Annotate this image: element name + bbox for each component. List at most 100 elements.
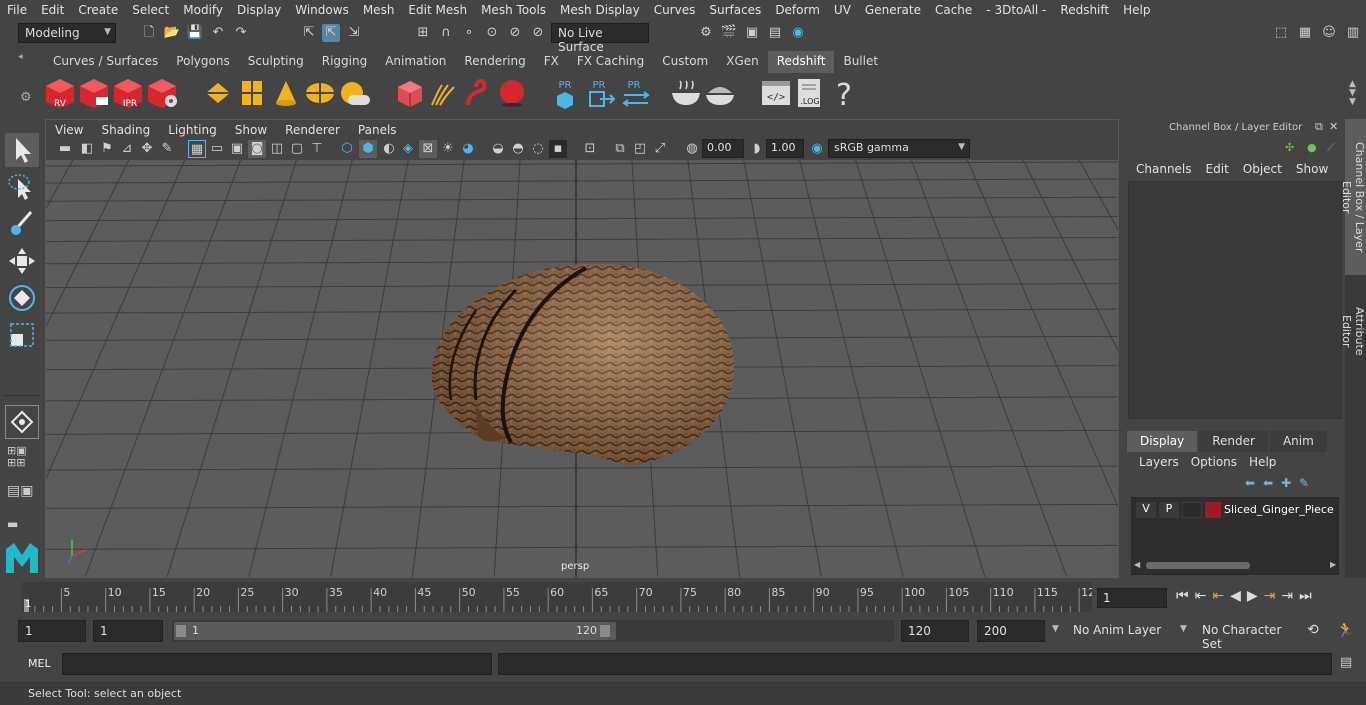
layer-name[interactable]: Sliced_Ginger_Piece bbox=[1224, 503, 1334, 516]
character-controls-icon[interactable]: ☺ bbox=[1320, 24, 1338, 42]
open-scene-icon[interactable]: 📂 bbox=[163, 24, 181, 42]
frame-selected-icon[interactable]: ◰ bbox=[631, 140, 649, 158]
scroll-left-icon[interactable]: ◀ bbox=[1134, 560, 1140, 569]
menu-redshift[interactable]: Redshift bbox=[1053, 3, 1116, 17]
color-management-icon[interactable]: ◉ bbox=[808, 140, 826, 158]
redshift-proxy-icon[interactable] bbox=[202, 77, 234, 109]
shelf-menu-icon[interactable]: ◂ bbox=[18, 52, 32, 72]
redshift-curve-icon[interactable] bbox=[462, 77, 494, 109]
anim-start-field[interactable]: 1 bbox=[18, 620, 86, 642]
menu-3dtoall[interactable]: - 3DtoAll - bbox=[979, 3, 1053, 17]
wireframe-icon[interactable]: ⬡ bbox=[338, 140, 356, 158]
viewport-menu-view[interactable]: View bbox=[46, 123, 92, 137]
channel-box-sync-icon[interactable]: ⟋ bbox=[1327, 141, 1335, 155]
redshift-object-id-icon[interactable] bbox=[394, 77, 426, 109]
color-space-dropdown[interactable]: sRGB gamma ▼ bbox=[828, 139, 970, 158]
menu-curves[interactable]: Curves bbox=[647, 3, 703, 17]
layer-action-icons[interactable]: ⬅⬅✚✎ bbox=[1245, 476, 1317, 490]
current-frame-field[interactable]: 1 bbox=[1097, 588, 1167, 608]
playback-end-field[interactable]: 120 bbox=[901, 620, 969, 642]
menu-deform[interactable]: Deform bbox=[768, 3, 827, 17]
menu-surfaces[interactable]: Surfaces bbox=[702, 3, 768, 17]
live-surface-field[interactable]: No Live Surface bbox=[551, 23, 649, 54]
layer-list[interactable]: V P Sliced_Ginger_Piece ◀ ▶ bbox=[1131, 497, 1339, 575]
shelf-tab-animation[interactable]: Animation bbox=[376, 51, 456, 73]
safe-action-icon[interactable]: ▢ bbox=[288, 140, 306, 158]
menu-windows[interactable]: Windows bbox=[288, 3, 356, 17]
redshift-sun-sky-icon[interactable] bbox=[338, 77, 370, 109]
save-scene-icon[interactable]: 💾 bbox=[186, 24, 204, 42]
shelf-scroll-icon[interactable]: ▲ ▼ ▼ bbox=[1349, 80, 1356, 107]
chevron-down-icon[interactable]: ▼ bbox=[1052, 624, 1059, 634]
film-gate-icon[interactable]: ▭ bbox=[208, 140, 226, 158]
shelf-tab-polygons[interactable]: Polygons bbox=[167, 51, 239, 73]
gate-mask-icon[interactable]: ◙ bbox=[248, 140, 266, 158]
redshift-render-view-icon[interactable]: RV bbox=[44, 77, 76, 109]
viewport-canvas[interactable]: persp bbox=[46, 160, 1118, 577]
select-tool-icon[interactable] bbox=[5, 133, 39, 167]
lasso-tool-icon[interactable] bbox=[5, 171, 39, 205]
anim-layer-field[interactable]: No Anim Layer bbox=[1067, 620, 1173, 642]
menu-display[interactable]: Display bbox=[230, 3, 288, 17]
image-plane-icon[interactable]: ⊿ bbox=[118, 140, 136, 158]
grease-pencil-icon[interactable]: ✎ bbox=[158, 140, 176, 158]
shelf-tab-rigging[interactable]: Rigging bbox=[312, 51, 377, 73]
redshift-pr-cube-icon[interactable]: PR bbox=[552, 77, 584, 109]
shelf-tab-curves-surfaces[interactable]: Curves / Surfaces bbox=[44, 51, 168, 73]
layer-menu-options[interactable]: Options bbox=[1185, 455, 1243, 469]
step-forward-key-icon[interactable]: ⇥ bbox=[1281, 588, 1299, 604]
select-object-icon[interactable]: ⇱ bbox=[322, 24, 340, 42]
redshift-volume-icon[interactable] bbox=[236, 77, 268, 109]
mel-input[interactable] bbox=[62, 653, 492, 675]
shelf-tab-sculpting[interactable]: Sculpting bbox=[238, 51, 313, 73]
layout-quad-icon[interactable]: ⊞▣ ⊞⊞ bbox=[7, 445, 27, 469]
auto-key-icon[interactable]: ⟲ bbox=[1307, 622, 1319, 638]
go-to-end-icon[interactable]: ⏭ bbox=[1299, 588, 1318, 604]
channel-box-manip-icon[interactable]: ✣ bbox=[1285, 141, 1294, 154]
render-settings-icon[interactable]: ⚙ bbox=[697, 24, 715, 42]
layer-menu-layers[interactable]: Layers bbox=[1133, 455, 1185, 469]
viewport-menu-shading[interactable]: Shading bbox=[92, 123, 159, 137]
step-back-key-icon[interactable]: ⇤ bbox=[1195, 588, 1213, 604]
redshift-batch-render-icon[interactable] bbox=[78, 77, 110, 109]
render-frame-icon[interactable]: 🎬 bbox=[720, 24, 738, 42]
layer-menu-help[interactable]: Help bbox=[1243, 455, 1282, 469]
frame-all-icon[interactable]: ⧉ bbox=[611, 140, 629, 158]
snap-grid-icon[interactable]: ⊞ bbox=[414, 24, 432, 42]
play-forwards-icon[interactable]: ▶ bbox=[1247, 588, 1264, 604]
menu-select[interactable]: Select bbox=[125, 3, 176, 17]
new-scene-icon[interactable]: 🗋 bbox=[140, 24, 158, 42]
redshift-dome-light-icon[interactable] bbox=[304, 77, 336, 109]
select-hierarchy-icon[interactable]: ⇱ bbox=[300, 24, 318, 42]
xray-icon[interactable]: ◒ bbox=[489, 140, 507, 158]
shadows-icon[interactable]: ☀ bbox=[439, 140, 457, 158]
snap-curve-icon[interactable]: ∩ bbox=[437, 24, 455, 42]
step-forward-icon[interactable]: ⇥ bbox=[1264, 588, 1282, 604]
mel-label[interactable]: MEL bbox=[28, 657, 51, 670]
viewport-menu-show[interactable]: Show bbox=[226, 123, 276, 137]
textured-icon[interactable]: ◈ bbox=[399, 140, 417, 158]
xray-joints-icon[interactable]: ◌ bbox=[529, 140, 547, 158]
menu-generate[interactable]: Generate bbox=[858, 3, 928, 17]
redo-icon[interactable]: ↷ bbox=[232, 24, 250, 42]
side-tab-attribute-editor[interactable]: Attribute Editor bbox=[1340, 281, 1366, 381]
shelf-tab-rendering[interactable]: Rendering bbox=[455, 51, 535, 73]
shelf-tab-bullet[interactable]: Bullet bbox=[834, 51, 888, 73]
snap-point-icon[interactable]: ∘ bbox=[460, 24, 478, 42]
shelf-settings-icon[interactable]: ⚙ bbox=[20, 90, 32, 105]
exposure-icon[interactable]: ◍ bbox=[683, 140, 701, 158]
channel-box-toggle-icon[interactable]: ▥ bbox=[1344, 24, 1362, 42]
redshift-pr-export-icon[interactable]: PR bbox=[586, 77, 618, 109]
float-panel-icon[interactable]: ⧉ bbox=[1315, 120, 1323, 134]
redshift-ipr-icon[interactable]: IPR bbox=[112, 77, 144, 109]
layer-tab-display[interactable]: Display bbox=[1127, 431, 1198, 452]
channel-box-list[interactable] bbox=[1128, 181, 1342, 419]
render-view-icon[interactable]: ▤ bbox=[766, 24, 784, 42]
range-right-grip[interactable] bbox=[600, 625, 610, 637]
script-editor-icon[interactable]: ▤ bbox=[1340, 655, 1352, 670]
side-tab-channel-box[interactable]: Channel Box / Layer Editor bbox=[1340, 119, 1366, 275]
redshift-pr-swap-icon[interactable]: PR bbox=[620, 77, 652, 109]
redshift-pie-icon[interactable] bbox=[704, 77, 736, 109]
redshift-light-cone-icon[interactable] bbox=[270, 77, 302, 109]
xray-active-icon[interactable]: ◓ bbox=[509, 140, 527, 158]
